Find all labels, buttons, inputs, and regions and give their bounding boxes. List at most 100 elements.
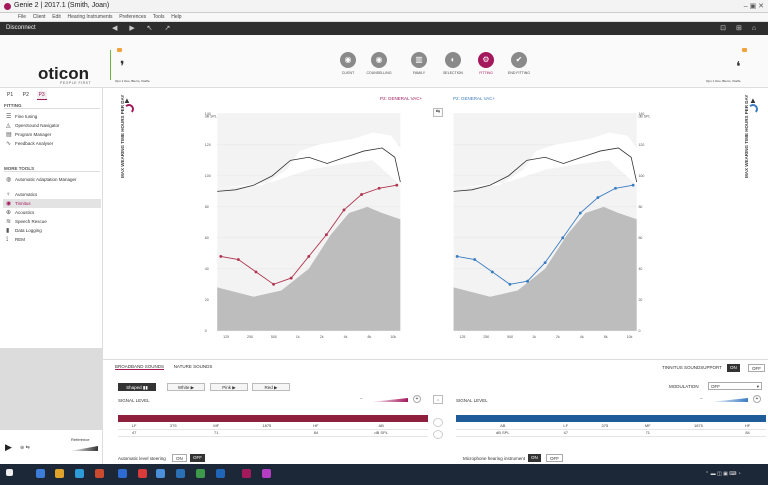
menu-tools[interactable]: Tools (153, 14, 165, 20)
left-data-point[interactable] (307, 254, 311, 258)
step-end-fitting[interactable]: ✔ END FITTING (506, 52, 532, 75)
plus-left-button[interactable]: + (413, 395, 421, 403)
right-data-point[interactable] (561, 236, 565, 240)
taskbar-app-icon-10[interactable] (216, 469, 225, 478)
tab-nature-sounds[interactable]: NATURE SOUNDS (174, 364, 213, 369)
left-data-point[interactable] (289, 276, 293, 280)
gauge-icon-left (124, 104, 134, 114)
menu-client[interactable]: Client (33, 14, 46, 20)
taskbar-app-icon-1[interactable] (36, 469, 45, 478)
right-data-point[interactable] (543, 261, 547, 265)
more-tools-header[interactable]: MORE TOOLS (4, 166, 100, 172)
hearing-aid-right-icon[interactable]: ❛ (736, 58, 741, 75)
taskbar-app-icon-3[interactable] (75, 469, 84, 478)
step-selection[interactable]: ◐ SELECTION (440, 52, 466, 75)
player-extra-icons[interactable]: ⊕ ⇆ (20, 445, 30, 451)
taskbar-app-icon-2[interactable] (55, 469, 64, 478)
tab-broadband-sounds[interactable]: BROADBAND SOUNDS (115, 364, 165, 370)
right-band-bar[interactable] (456, 415, 766, 422)
sidebar-item-data-logging[interactable]: ▮ Data Logging (3, 226, 101, 235)
auto-steering-on[interactable]: ON (172, 454, 187, 462)
left-data-point[interactable] (219, 254, 223, 258)
band-link-bottom[interactable] (433, 430, 443, 439)
system-tray-icons[interactable]: ⌃ ▬ ◫ ▣ ⌨ ◔ (705, 471, 741, 477)
disconnect-button[interactable]: Disconnect (6, 25, 36, 31)
taskbar-app-icon-5[interactable] (118, 469, 127, 478)
right-data-point[interactable] (526, 279, 529, 283)
sound-white-button[interactable]: White ▶ (167, 383, 205, 391)
mic-on[interactable]: ON (528, 454, 541, 462)
support-on-button[interactable]: ON (727, 364, 740, 372)
start-icon[interactable] (6, 469, 13, 476)
tab-p2[interactable]: P2 (21, 91, 31, 99)
sidebar-item-adaptation[interactable]: ◍ Automatic Adaptation Manager (3, 176, 101, 190)
right-data-point[interactable] (473, 258, 477, 261)
left-band-bar[interactable] (118, 415, 428, 422)
sidebar-item-automatics[interactable]: ♆ Automatics (3, 190, 101, 199)
sidebar-item-program-manager[interactable]: ▤ Program Manager (3, 130, 101, 139)
menu-edit[interactable]: Edit (52, 14, 61, 20)
sidebar-item-fine-tuning[interactable]: ☰ Fine tuning (3, 112, 101, 121)
tab-p1[interactable]: P1 (5, 91, 15, 99)
support-off-button[interactable]: OFF (748, 364, 765, 372)
sidebar-item-rem[interactable]: ⟟ REM (3, 235, 101, 244)
right-data-point[interactable] (614, 186, 617, 190)
hearing-aid-left-icon[interactable]: ❜ (120, 58, 125, 75)
step-family[interactable]: ▥ FAMILY (406, 52, 432, 75)
modulation-select[interactable]: OFF ▾ (708, 382, 762, 390)
taskbar-app-icon-8[interactable] (176, 469, 185, 478)
sound-pink-button[interactable]: Pink ▶ (210, 383, 248, 391)
band-link-top[interactable] (433, 418, 443, 427)
taskbar-genie-icon[interactable] (242, 469, 251, 478)
right-data-point[interactable] (596, 196, 600, 199)
play-icon[interactable]: ▶ (5, 442, 12, 453)
step-counselling[interactable]: ◉ COUNSELLING (366, 52, 392, 75)
window-controls[interactable]: ‒ ▣ ✕ (744, 2, 764, 10)
menu-preferences[interactable]: Preferences (119, 14, 146, 20)
taskbar-app-icon-9[interactable] (196, 469, 205, 478)
sound-red-button[interactable]: Red ▶ (252, 383, 290, 391)
right-data-point[interactable] (508, 282, 512, 286)
step-client[interactable]: ◉ CLIENT (335, 52, 361, 75)
fitting-header[interactable]: FITTING (4, 103, 100, 109)
taskbar-app-icon-7[interactable] (156, 469, 165, 478)
mic-off[interactable]: OFF (546, 454, 563, 462)
menu-help[interactable]: Help (171, 14, 181, 20)
left-data-point[interactable] (395, 183, 399, 187)
left-data-point[interactable] (342, 208, 346, 212)
auto-steering-off[interactable]: OFF (190, 454, 205, 462)
sidebar-item-feedback[interactable]: ∿ Feedback Analyser (3, 139, 101, 148)
taskbar-app-icon-4[interactable] (95, 469, 104, 478)
sidebar-item-tinnitus[interactable]: ◉ Tinnitus (3, 199, 101, 208)
minus-right[interactable]: − (700, 396, 703, 401)
step-fitting[interactable]: ⚙ FITTING (473, 52, 499, 75)
sidebar-item-opensound[interactable]: ◬ OpenSound Navigator (3, 121, 101, 130)
left-data-point[interactable] (377, 186, 381, 190)
sync-button[interactable]: ⇔ (433, 395, 443, 404)
sidebar-item-speech-rescue[interactable]: ≋ Speech Rescue (3, 217, 101, 226)
left-data-point[interactable] (254, 270, 258, 274)
right-chart[interactable]: 125 250 500 1k 2k 4k 8k 10k 140120100806040200d… (450, 98, 650, 352)
left-chart[interactable]: 125 250 500 1k 2k 4k 8k 10k 140120100806040200d… (203, 98, 403, 352)
navigation-arrows[interactable]: ◀ ▶ ↖ ↗ (112, 24, 175, 32)
right-data-point[interactable] (455, 254, 459, 258)
toolbar-right-icons[interactable]: ⊡ ⊞ ⌂ (720, 24, 760, 32)
taskbar-app-icon-12[interactable] (262, 469, 271, 478)
menu-file[interactable]: File (18, 14, 26, 20)
link-charts-button[interactable]: ⇆ (433, 108, 443, 117)
left-data-point[interactable] (236, 258, 240, 261)
left-data-point[interactable] (360, 193, 363, 196)
right-data-point[interactable] (578, 211, 582, 215)
menu-hearing-instruments[interactable]: Hearing Instruments (68, 14, 113, 20)
right-data-point[interactable] (490, 270, 494, 274)
tab-p3[interactable]: P3 (36, 91, 47, 100)
left-data-point[interactable] (324, 233, 328, 237)
minus-left[interactable]: − (360, 396, 363, 401)
sound-shaped-button[interactable]: Shaped ▮▮ (118, 383, 156, 391)
fitting-list: ☰ Fine tuning ◬ OpenSound Navigator ▤ Progr… (3, 112, 101, 148)
left-data-point[interactable] (272, 282, 275, 286)
taskbar-app-icon-6[interactable] (138, 469, 147, 478)
plus-right-button[interactable]: + (753, 395, 761, 403)
right-data-point[interactable] (631, 183, 635, 187)
sidebar-item-acoustics[interactable]: ⊕ Acoustics (3, 208, 101, 217)
